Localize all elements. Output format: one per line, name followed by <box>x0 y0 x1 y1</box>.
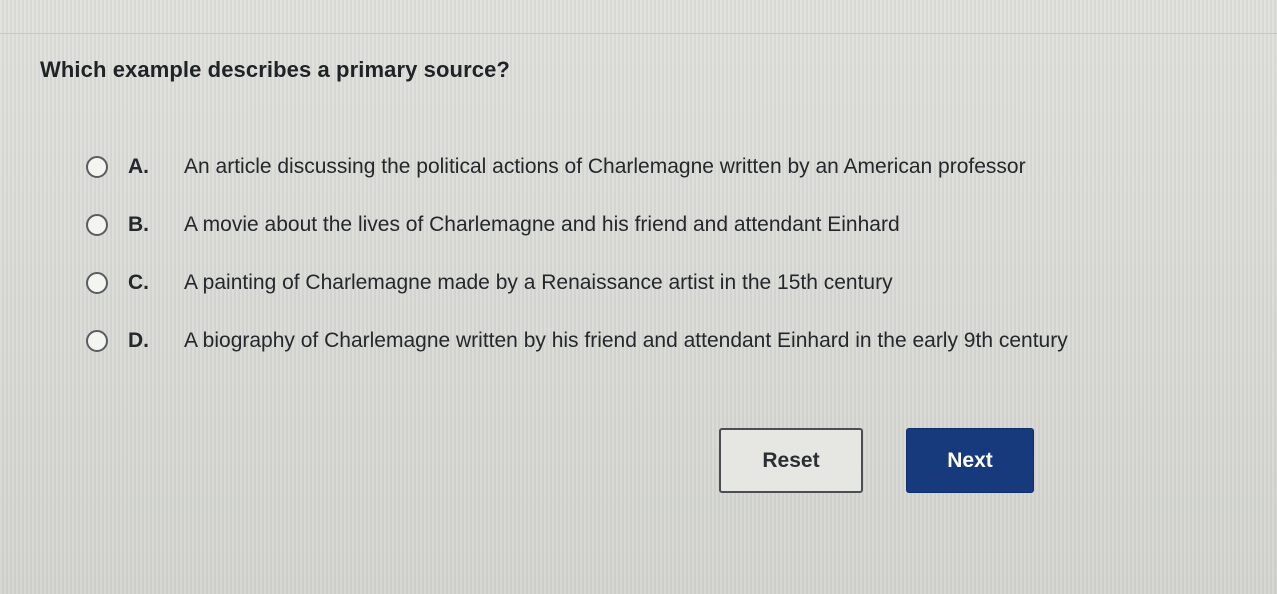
option-text[interactable]: A painting of Charlemagne made by a Rena… <box>184 271 893 295</box>
quiz-screen: Which example describes a primary source… <box>0 0 1277 594</box>
reset-button[interactable]: Reset <box>719 428 863 493</box>
radio-button-a[interactable] <box>86 156 108 178</box>
option-b[interactable]: B. A movie about the lives of Charlemagn… <box>86 196 1266 254</box>
answer-options: A. An article discussing the political a… <box>86 138 1266 370</box>
option-letter: D. <box>128 329 149 352</box>
option-text[interactable]: A biography of Charlemagne written by hi… <box>184 329 1068 353</box>
radio-button-b[interactable] <box>86 214 108 236</box>
radio-button-d[interactable] <box>86 330 108 352</box>
option-letter: A. <box>128 155 149 178</box>
radio-button-c[interactable] <box>86 272 108 294</box>
option-letter: B. <box>128 213 149 236</box>
option-text[interactable]: An article discussing the political acti… <box>184 155 1026 179</box>
option-letter: C. <box>128 271 149 294</box>
option-text[interactable]: A movie about the lives of Charlemagne a… <box>184 213 900 237</box>
next-button[interactable]: Next <box>906 428 1034 493</box>
top-divider <box>0 33 1277 34</box>
question-text: Which example describes a primary source… <box>40 57 510 82</box>
option-c[interactable]: C. A painting of Charlemagne made by a R… <box>86 254 1266 312</box>
option-a[interactable]: A. An article discussing the political a… <box>86 138 1266 196</box>
option-d[interactable]: D. A biography of Charlemagne written by… <box>86 312 1266 370</box>
